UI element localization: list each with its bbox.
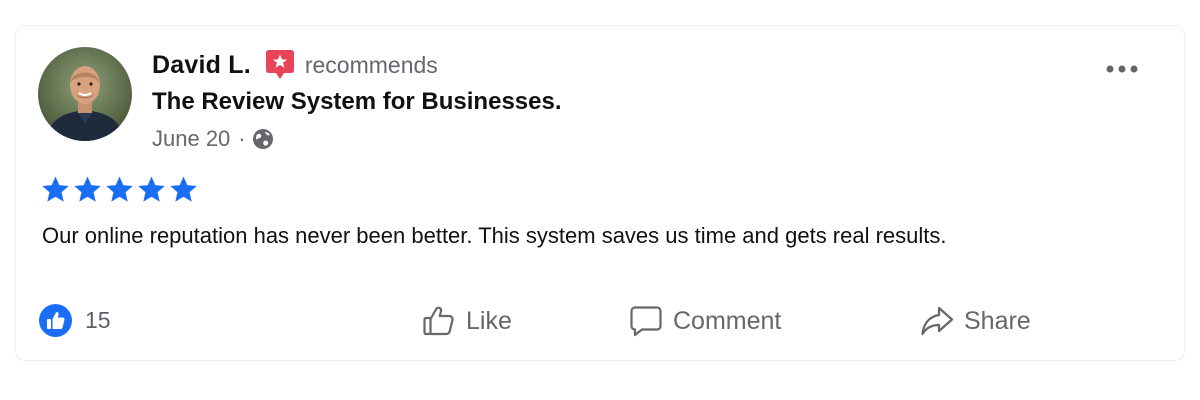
meta-separator: ·: [238, 126, 246, 151]
reaction-summary[interactable]: 15: [39, 304, 111, 337]
author-row: David L. recommends: [152, 48, 438, 82]
business-name[interactable]: The Review System for Businesses.: [152, 88, 562, 116]
like-count: 15: [85, 307, 111, 333]
comment-button[interactable]: Comment: [629, 302, 781, 340]
more-options-icon[interactable]: [1105, 62, 1139, 76]
comment-label: Comment: [673, 306, 782, 335]
comment-icon: [630, 306, 662, 337]
author-name[interactable]: David L.: [152, 51, 251, 80]
share-icon: [921, 306, 954, 336]
post-date[interactable]: June 20: [152, 126, 230, 152]
review-text: Our online reputation has never been bet…: [42, 223, 947, 248]
post-meta: June 20 ·: [152, 124, 274, 154]
thumbs-up-icon: [39, 304, 72, 337]
review-card: David L. recommends The Review System fo…: [15, 25, 1185, 361]
star-icon: [74, 176, 101, 202]
star-icon: [42, 176, 69, 202]
star-icon: [138, 176, 165, 202]
star-icon: [170, 176, 197, 202]
like-button[interactable]: Like: [422, 302, 512, 340]
like-outline-icon: [423, 306, 454, 336]
recommends-label: recommends: [304, 51, 438, 78]
star-icon: [106, 176, 133, 202]
like-label: Like: [466, 306, 512, 335]
globe-icon: [252, 129, 273, 149]
star-rating: [41, 175, 198, 204]
author-avatar[interactable]: [38, 47, 132, 141]
share-label: Share: [964, 306, 1031, 335]
share-button[interactable]: Share: [920, 302, 1031, 340]
recommendation-badge-icon: [265, 50, 294, 79]
